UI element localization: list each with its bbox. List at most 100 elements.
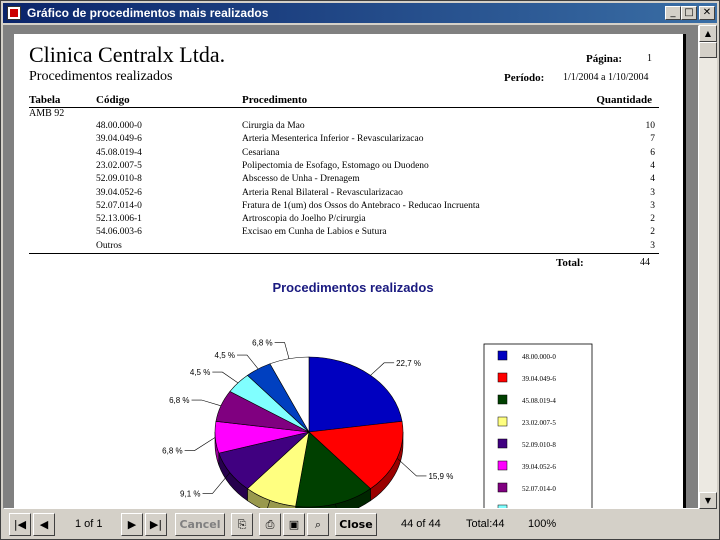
page-label: Página: bbox=[586, 53, 623, 65]
title-bar: Gráfico de procedimentos mais realizados… bbox=[3, 3, 717, 23]
slice-leader-line bbox=[274, 342, 290, 359]
row-quantity: 3 bbox=[650, 200, 655, 211]
legend-label: 48.00.000-0 bbox=[522, 353, 556, 361]
row-quantity: 2 bbox=[650, 227, 655, 238]
row-procedure: Arteria Mesenterica Inferior - Revascula… bbox=[242, 134, 424, 145]
total-value: 44 bbox=[640, 257, 650, 268]
legend-label: 52.13.006-1 bbox=[522, 507, 556, 509]
row-code: 54.06.003-6 bbox=[96, 227, 142, 238]
row-code: 52.09.010-8 bbox=[96, 174, 142, 185]
row-procedure: Fratura de 1(um) dos Ossos do Antebraco … bbox=[242, 200, 480, 211]
row-code: 52.13.006-1 bbox=[96, 214, 142, 225]
row-code: 39.04.052-6 bbox=[96, 187, 142, 198]
report-toolbar: |◀ ◀ 1 of 1 ▶ ▶| Cancel ⎘ ⎙ ▣ ⌕ Close 44… bbox=[3, 511, 717, 539]
slice-label: 9,1 % bbox=[180, 489, 200, 498]
pie-chart: 22,7 %15,9 %13,6 %9,1 %9,1 %6,8 %6,8 %4,… bbox=[162, 339, 593, 509]
total-count: Total:44 bbox=[466, 518, 505, 530]
header-divider bbox=[29, 107, 659, 108]
table-row: 39.04.049-6 Arteria Mesenterica Inferior … bbox=[14, 134, 686, 147]
table-row: 54.06.003-6 Excisao em Cunha de Labios e … bbox=[14, 227, 686, 240]
legend-label: 23.02.007-5 bbox=[522, 419, 556, 427]
legend-swatch bbox=[497, 482, 508, 493]
total-label: Total: bbox=[556, 257, 584, 269]
row-procedure: Artroscopia do Joelho P/cirurgia bbox=[242, 214, 366, 225]
close-window-button[interactable]: ✕ bbox=[699, 6, 715, 20]
col-header-procedimento: Procedimento bbox=[242, 94, 308, 106]
export-icon[interactable]: ⎘ bbox=[231, 513, 253, 536]
row-code: 52.07.014-0 bbox=[96, 200, 142, 211]
report-viewport[interactable]: Clinica Centralx Ltda. Procedimentos rea… bbox=[3, 25, 699, 509]
prev-page-button[interactable]: ◀ bbox=[33, 513, 55, 536]
slice-leader-line bbox=[184, 437, 216, 451]
row-quantity: 4 bbox=[650, 174, 655, 185]
pie-slice bbox=[308, 356, 403, 433]
row-code: 45.08.019-4 bbox=[96, 147, 142, 158]
group-label: AMB 92 bbox=[29, 108, 65, 119]
chart-title: Procedimentos realizados bbox=[272, 280, 434, 295]
report-window: Gráfico de procedimentos mais realizados… bbox=[0, 0, 720, 540]
total-divider bbox=[29, 253, 659, 254]
legend-swatch bbox=[497, 460, 508, 471]
period-label: Período: bbox=[504, 72, 545, 84]
row-procedure: Cesariana bbox=[242, 147, 280, 158]
report-page: Clinica Centralx Ltda. Procedimentos rea… bbox=[14, 34, 686, 509]
slice-label: 6,8 % bbox=[162, 447, 182, 456]
period-value: 1/1/2004 a 1/10/2004 bbox=[563, 72, 649, 83]
legend-swatch bbox=[497, 394, 508, 405]
legend-label: 52.09.010-8 bbox=[522, 441, 556, 449]
print-icon[interactable]: ⎙ bbox=[259, 513, 281, 536]
row-code: 23.02.007-5 bbox=[96, 160, 142, 171]
scroll-down-button[interactable]: ▼ bbox=[699, 492, 717, 509]
col-header-tabela: Tabela bbox=[29, 94, 61, 106]
col-header-quantidade: Quantidade bbox=[596, 94, 652, 106]
scroll-thumb[interactable] bbox=[699, 42, 717, 58]
legend-swatch bbox=[497, 350, 508, 361]
table-row: 48.00.000-0 Cirurgia da Mao 10 bbox=[14, 121, 686, 134]
minimize-button[interactable]: _ bbox=[665, 6, 681, 20]
slice-leader-line bbox=[212, 371, 239, 384]
setup-icon[interactable]: ▣ bbox=[283, 513, 305, 536]
last-page-button[interactable]: ▶| bbox=[145, 513, 167, 536]
cancel-button[interactable]: Cancel bbox=[175, 513, 225, 536]
close-button[interactable]: Close bbox=[335, 513, 377, 536]
legend-swatch bbox=[497, 416, 508, 427]
zoom-level: 100% bbox=[528, 518, 557, 530]
legend-swatch bbox=[497, 504, 508, 508]
record-count: 44 of 44 bbox=[401, 518, 441, 530]
maximize-button[interactable]: □ bbox=[681, 6, 697, 20]
table-row: 23.02.007-5 Polipectomia de Esofago, Esto… bbox=[14, 161, 686, 174]
scroll-up-button[interactable]: ▲ bbox=[699, 25, 717, 42]
slice-label: 4,5 % bbox=[190, 368, 210, 377]
slice-label: 6,8 % bbox=[252, 339, 272, 348]
row-quantity: 10 bbox=[645, 121, 656, 131]
company-name: Clinica Centralx Ltda. bbox=[29, 42, 226, 67]
slice-leader-line bbox=[396, 457, 427, 477]
app-icon bbox=[7, 6, 21, 20]
legend-swatch bbox=[497, 438, 508, 449]
row-quantity: 7 bbox=[650, 134, 655, 145]
legend-label: 39.04.049-6 bbox=[522, 375, 556, 383]
row-procedure: Excisao em Cunha de Labios e Sutura bbox=[242, 227, 387, 238]
row-quantity: 6 bbox=[650, 147, 655, 158]
legend-label: 45.08.019-4 bbox=[522, 397, 556, 405]
slice-label: 15,9 % bbox=[428, 472, 453, 481]
row-quantity: 2 bbox=[650, 214, 655, 225]
row-code: 39.04.049-6 bbox=[96, 134, 142, 145]
first-page-button[interactable]: |◀ bbox=[9, 513, 31, 536]
zoom-icon[interactable]: ⌕ bbox=[307, 513, 329, 536]
row-code: 48.00.000-0 bbox=[96, 121, 142, 131]
page-value: 1 bbox=[647, 53, 652, 64]
next-page-button[interactable]: ▶ bbox=[121, 513, 143, 536]
slice-leader-line bbox=[370, 362, 395, 376]
table-row: Outros 3 bbox=[14, 241, 686, 254]
slice-label: 22,7 % bbox=[396, 359, 421, 368]
row-procedure: Polipectomia de Esofago, Estomago ou Duo… bbox=[242, 160, 429, 171]
legend-swatch bbox=[497, 372, 508, 383]
col-header-codigo: Código bbox=[96, 94, 130, 106]
vertical-scrollbar[interactable]: ▲ ▼ bbox=[699, 25, 717, 509]
table-row: 52.13.006-1 Artroscopia do Joelho P/cirur… bbox=[14, 214, 686, 227]
row-code: Outros bbox=[96, 240, 122, 251]
row-procedure: Abscesso de Unha - Drenagem bbox=[242, 174, 360, 185]
table-row: 39.04.052-6 Arteria Renal Bilateral - Rev… bbox=[14, 188, 686, 201]
legend-label: 39.04.052-6 bbox=[522, 463, 556, 471]
